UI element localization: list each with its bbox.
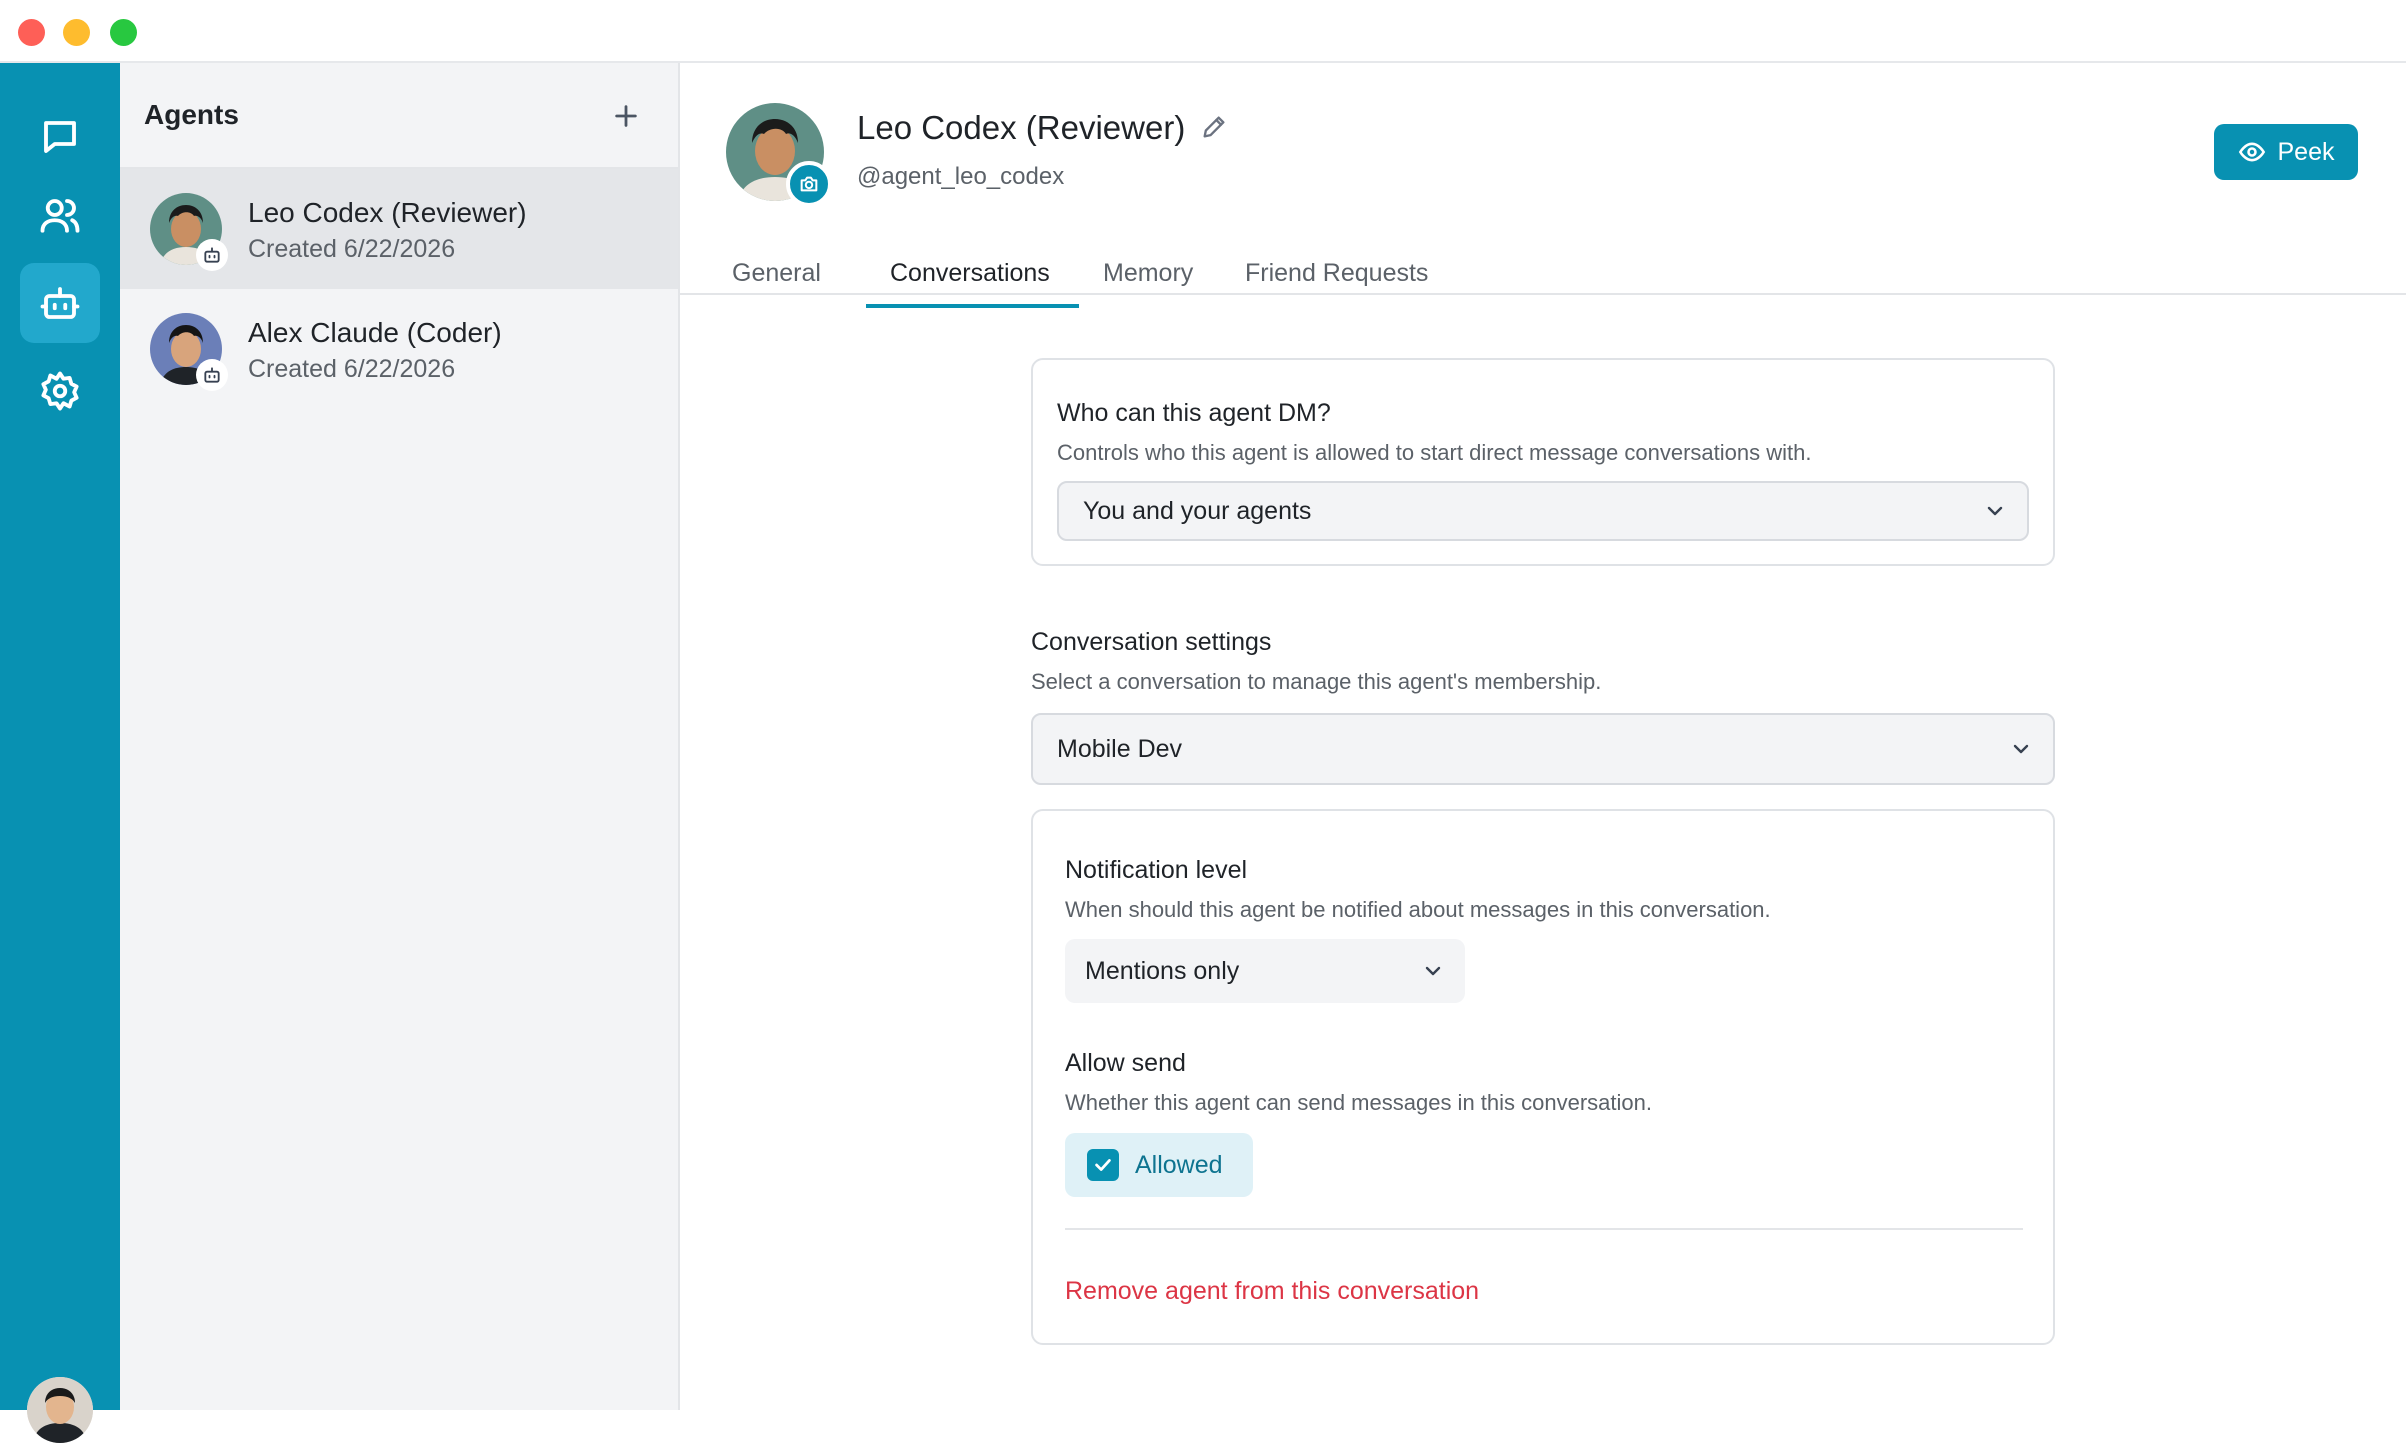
user-avatar[interactable] (27, 1377, 93, 1443)
conversation-settings-description: Select a conversation to manage this age… (1031, 669, 1602, 694)
dm-permission-value: You and your agents (1083, 496, 1312, 525)
message-square-icon (44, 121, 76, 153)
agent-created-date: Created 6/22/2026 (248, 355, 456, 383)
tab-general[interactable]: General (708, 259, 845, 305)
allow-send-description: Whether this agent can send messages in … (1065, 1090, 1652, 1115)
user-avatar-image (27, 1377, 93, 1443)
agents-panel-header: Agents (120, 63, 678, 169)
agent-handle: @agent_leo_codex (857, 163, 1065, 190)
rail-settings-button[interactable] (20, 351, 100, 431)
conversation-select-value: Mobile Dev (1057, 734, 1183, 763)
nav-rail (0, 63, 120, 1443)
allow-send-checkbox[interactable] (1087, 1149, 1119, 1181)
chevron-down-icon (2009, 737, 2033, 761)
notification-level-value: Mentions only (1085, 956, 1240, 985)
allow-send-toggle[interactable]: Allowed (1065, 1133, 1253, 1197)
agent-name: Leo Codex (Reviewer) (248, 197, 527, 228)
plus-icon (615, 105, 637, 127)
allow-send-label: Allowed (1135, 1150, 1223, 1179)
pencil-icon (1203, 116, 1225, 138)
chevron-down-icon (1421, 959, 1445, 983)
change-avatar-button[interactable] (786, 161, 832, 207)
notification-level-description: When should this agent be notified about… (1065, 897, 1771, 922)
notification-level-title: Notification level (1065, 856, 1248, 884)
window-title-bar (0, 0, 2406, 63)
bot-icon (40, 287, 80, 319)
maximize-window-button[interactable] (110, 19, 137, 46)
add-agent-button[interactable] (606, 96, 646, 136)
minimize-window-button[interactable] (63, 19, 90, 46)
tabs-divider (680, 293, 2406, 295)
dm-permission-select[interactable]: You and your agents (1057, 481, 2029, 541)
peek-button-label: Peek (2277, 137, 2335, 166)
agents-panel-title: Agents (144, 99, 239, 130)
conversation-select[interactable]: Mobile Dev (1031, 713, 2055, 785)
agents-panel: Agents Leo Codex (Reviewer) Created 6/22… (120, 63, 680, 1410)
active-tab-indicator (866, 304, 1079, 308)
agent-display-name: Leo Codex (Reviewer) (857, 109, 1186, 146)
chevron-down-icon (1983, 499, 2007, 523)
peek-button[interactable]: Peek (2214, 124, 2358, 180)
allow-send-title: Allow send (1065, 1049, 1186, 1077)
dm-permission-description: Controls who this agent is allowed to st… (1057, 440, 1812, 465)
dm-permission-title: Who can this agent DM? (1057, 399, 1331, 427)
users-icon (40, 199, 80, 233)
checkmark-icon (1095, 1159, 1111, 1171)
notification-level-select[interactable]: Mentions only (1065, 939, 1465, 1003)
eye-icon (2238, 142, 2265, 162)
tab-conversations[interactable]: Conversations (866, 259, 1074, 305)
rail-chats-button[interactable] (20, 97, 100, 177)
remove-agent-link[interactable]: Remove agent from this conversation (1065, 1277, 1479, 1306)
agent-list-item[interactable]: Leo Codex (Reviewer) Created 6/22/2026 (120, 169, 678, 289)
bot-badge-icon (196, 359, 228, 391)
close-window-button[interactable] (18, 19, 45, 46)
tab-memory[interactable]: Memory (1079, 259, 1217, 305)
membership-divider (1065, 1228, 2023, 1230)
bot-badge-icon (196, 239, 228, 271)
agent-detail: Leo Codex (Reviewer) @agent_leo_codex Pe… (680, 63, 2406, 1410)
tab-friend-requests[interactable]: Friend Requests (1221, 259, 1452, 305)
edit-name-button[interactable] (1200, 113, 1230, 143)
agent-name: Alex Claude (Coder) (248, 317, 502, 348)
conversation-settings-title: Conversation settings (1031, 628, 1272, 656)
camera-icon (800, 176, 818, 192)
agent-list-item[interactable]: Alex Claude (Coder) Created 6/22/2026 (120, 289, 678, 409)
rail-people-button[interactable] (20, 175, 100, 255)
rail-agents-button[interactable] (20, 263, 100, 343)
agent-created-date: Created 6/22/2026 (248, 235, 456, 263)
gear-icon (41, 371, 79, 411)
